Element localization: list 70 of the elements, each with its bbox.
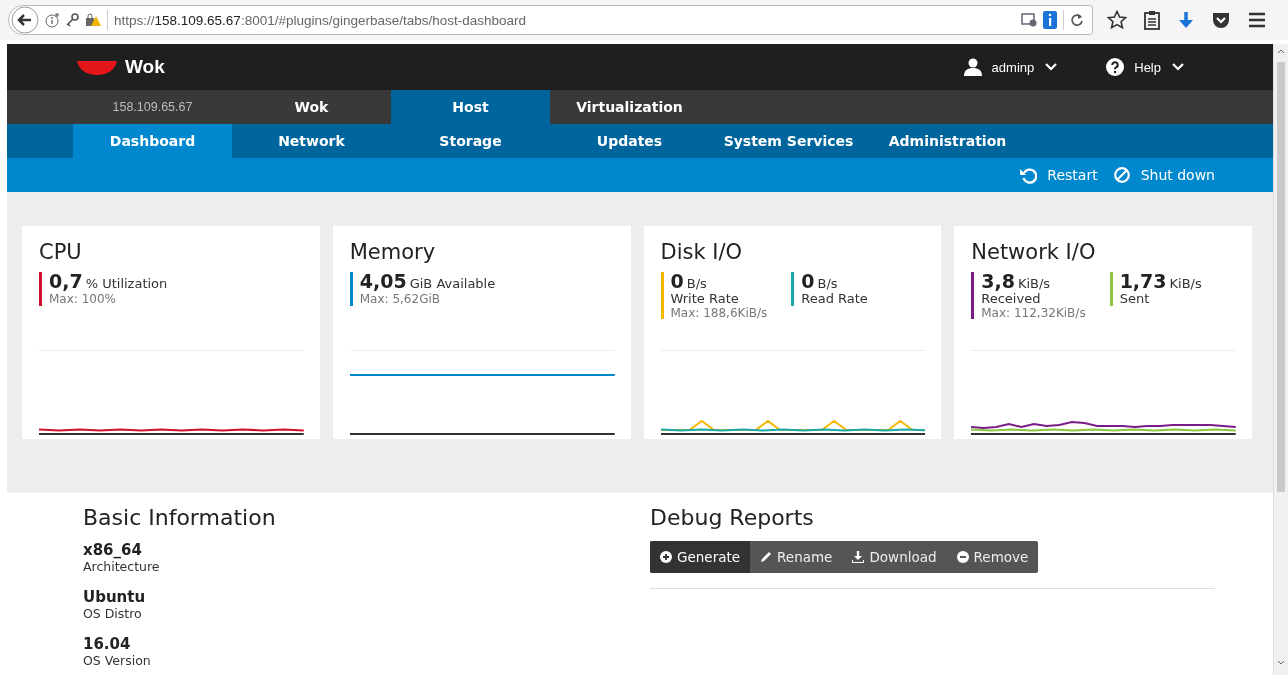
metric-label: Received	[981, 291, 1042, 306]
back-icon[interactable]	[11, 6, 39, 34]
key-icon[interactable]	[65, 13, 79, 27]
warning-lock-icon[interactable]	[85, 13, 101, 27]
metric-value: 3,8	[981, 272, 1015, 292]
pencil-icon	[760, 551, 773, 563]
toolbar-button[interactable]: Remove	[946, 541, 1039, 573]
shutdown-button[interactable]: Shut down	[1113, 166, 1215, 184]
download-icon[interactable]	[1177, 10, 1195, 30]
power-off-icon	[1113, 166, 1131, 184]
download-icon	[852, 551, 865, 563]
main-tab[interactable]: Wok	[232, 90, 391, 124]
metric-value: 1,73	[1119, 272, 1167, 292]
host-address: 158.109.65.67	[111, 99, 194, 116]
card-title: CPU	[39, 240, 83, 264]
sub-tab[interactable]: Network	[232, 124, 391, 158]
pocket-icon[interactable]	[1211, 11, 1231, 29]
info-label: Architecture	[83, 559, 161, 574]
sub-tab[interactable]: Updates	[550, 124, 709, 158]
card-title: Memory	[349, 240, 437, 264]
metric-label: Read Rate	[801, 291, 868, 306]
metric-label: Sent	[1119, 291, 1150, 306]
sub-tab[interactable]: Dashboard	[73, 124, 232, 158]
metric-value: 0	[801, 272, 815, 292]
metric-value: 0,7	[49, 272, 83, 292]
info-label: OS Distro	[83, 606, 143, 621]
card-title: Network I/O	[971, 240, 1097, 264]
restart-button[interactable]: Restart	[1020, 166, 1098, 184]
main-tab[interactable]: Host	[391, 90, 550, 124]
info-value: Ubuntu	[83, 588, 147, 606]
info-value: 16.04	[83, 635, 132, 653]
clipboard-icon[interactable]	[1143, 10, 1161, 30]
main-tab[interactable]: Virtualization	[550, 90, 709, 124]
metric-max: Max: 100%	[49, 292, 117, 306]
info-icon[interactable]	[45, 12, 59, 28]
reader-view-icon[interactable]	[1021, 13, 1037, 27]
menu-icon[interactable]	[1247, 11, 1267, 29]
metric-label: Write Rate	[670, 291, 740, 306]
bowl-logo-icon	[77, 59, 117, 75]
metric-unit: B/s	[686, 277, 707, 291]
metric-value: 0	[670, 272, 684, 292]
metric-max: Max: 5,62GiB	[359, 292, 441, 306]
sub-tab[interactable]: Storage	[391, 124, 550, 158]
metric-unit: KiB/s	[1169, 277, 1202, 291]
app-logo-text: Wok	[125, 56, 165, 78]
metric-unit: KiB/s	[1017, 277, 1051, 291]
minus-circle-icon	[956, 551, 969, 563]
info-value: x86_64	[83, 541, 143, 559]
metric-max: Max: 112,32KiB/s	[981, 306, 1086, 320]
toolbar-button[interactable]: Rename	[750, 541, 843, 573]
sub-tab[interactable]: Administration	[868, 124, 1027, 158]
toolbar-button[interactable]: Download	[842, 541, 947, 573]
section-title: Debug Reports	[650, 505, 815, 530]
info-label: OS Version	[83, 653, 152, 668]
metric-max: Max: 188,6KiB/s	[670, 306, 768, 320]
star-icon[interactable]	[1107, 10, 1127, 30]
user-menu[interactable]: adminp	[963, 58, 1059, 76]
metric-label: % Utilization	[85, 277, 168, 291]
metric-label: GiB Available	[409, 277, 496, 291]
reload-icon[interactable]	[1070, 13, 1084, 27]
sub-tab[interactable]: System Services	[709, 124, 868, 158]
restart-icon	[1020, 166, 1038, 184]
card-title: Disk I/O	[660, 240, 744, 264]
section-title: Basic Information	[83, 505, 277, 530]
metric-value: 4,05	[359, 272, 407, 292]
help-menu[interactable]: Help	[1106, 58, 1185, 76]
metric-unit: B/s	[817, 277, 838, 291]
toolbar-button[interactable]: Generate	[650, 541, 751, 573]
info-badge-icon[interactable]	[1043, 11, 1057, 29]
plus-circle-icon	[660, 551, 672, 563]
